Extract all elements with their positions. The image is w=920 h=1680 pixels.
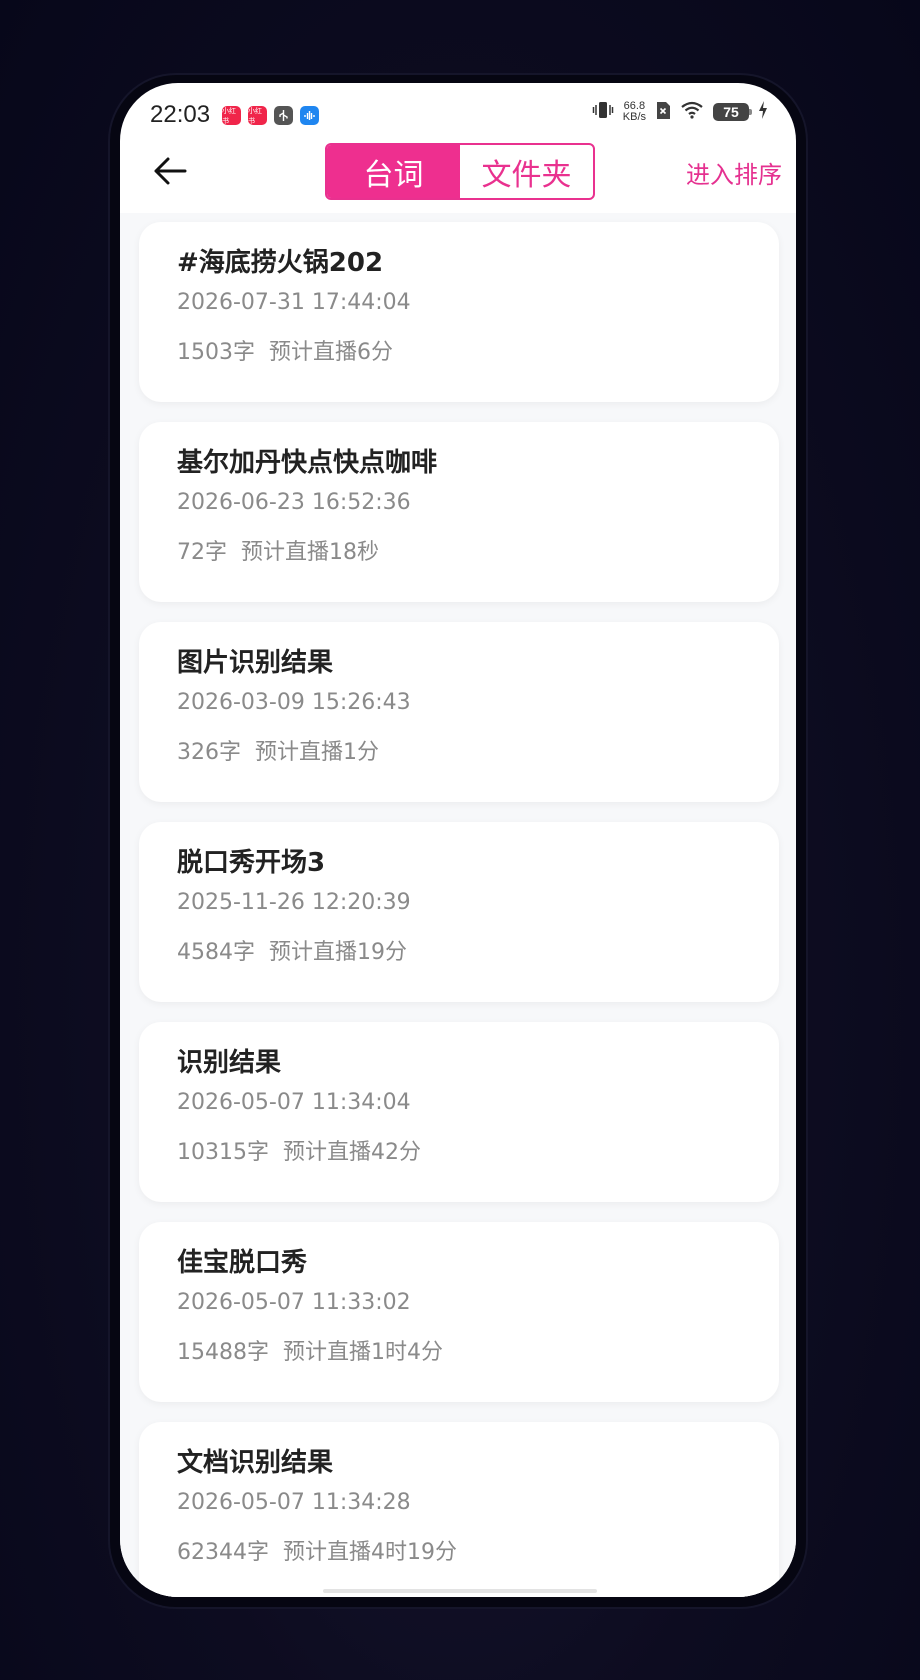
word-count: 1503字: [177, 340, 255, 365]
list-item[interactable]: 识别结果 2026-05-07 11:34:04 10315字 预计直播42分: [139, 1022, 779, 1202]
estimated-duration: 预计直播42分: [283, 1140, 421, 1165]
script-title: 识别结果: [177, 1048, 282, 1078]
vibrate-icon: [592, 100, 614, 124]
script-meta: 72字 预计直播18秒: [177, 534, 379, 566]
script-title: 佳宝脱口秀: [177, 1248, 308, 1278]
word-count: 72字: [177, 540, 227, 565]
script-date: 2025-11-26 12:20:39: [177, 890, 411, 915]
list-item[interactable]: 基尔加丹快点快点咖啡 2026-06-23 16:52:36 72字 预计直播1…: [139, 422, 779, 602]
script-date: 2026-05-07 11:34:04: [177, 1090, 411, 1115]
phone-frame: 22:03 小红书 小红书 66.8 KB/s 75 台词 文件夹 进入排序 #…: [110, 75, 806, 1607]
sort-button[interactable]: 进入排序: [686, 155, 782, 190]
script-title: 基尔加丹快点快点咖啡: [177, 448, 438, 478]
xiaohongshu-icon: 小红书: [248, 106, 267, 125]
estimated-duration: 预计直播19分: [269, 940, 407, 965]
script-meta: 62344字 预计直播4时19分: [177, 1534, 457, 1566]
script-title: 图片识别结果: [177, 648, 334, 678]
estimated-duration: 预计直播6分: [269, 340, 393, 365]
estimated-duration: 预计直播1分: [255, 740, 379, 765]
script-meta: 15488字 预计直播1时4分: [177, 1334, 443, 1366]
estimated-duration: 预计直播4时19分: [283, 1540, 457, 1565]
estimated-duration: 预计直播1时4分: [283, 1340, 443, 1365]
script-date: 2026-05-07 11:34:28: [177, 1490, 411, 1515]
list-item[interactable]: 脱口秀开场3 2025-11-26 12:20:39 4584字 预计直播19分: [139, 822, 779, 1002]
charging-icon: [758, 101, 768, 123]
script-meta: 326字 预计直播1分: [177, 734, 379, 766]
script-title: #海底捞火锅202: [177, 248, 384, 278]
word-count: 10315字: [177, 1140, 269, 1165]
status-bar: 22:03 小红书 小红书 66.8 KB/s 75: [120, 83, 796, 143]
back-button[interactable]: [150, 151, 190, 191]
voice-app-icon: [300, 106, 319, 125]
usb-icon: [274, 106, 293, 125]
word-count: 326字: [177, 740, 241, 765]
status-right: 66.8 KB/s 75: [592, 100, 768, 124]
battery-level: 75: [723, 104, 739, 120]
home-indicator[interactable]: [323, 1589, 597, 1593]
xiaohongshu-icon: 小红书: [222, 106, 241, 125]
script-date: 2026-05-07 11:33:02: [177, 1290, 411, 1315]
script-date: 2026-06-23 16:52:36: [177, 490, 411, 515]
arrow-left-icon: [154, 157, 187, 185]
status-time: 22:03: [150, 101, 211, 128]
script-meta: 10315字 预计直播42分: [177, 1134, 421, 1166]
tab-folders[interactable]: 文件夹: [460, 145, 593, 198]
sim-off-icon: [655, 101, 671, 124]
wifi-icon: [680, 101, 704, 123]
battery-icon: 75: [713, 103, 752, 121]
word-count: 15488字: [177, 1340, 269, 1365]
list-item[interactable]: 图片识别结果 2026-03-09 15:26:43 326字 预计直播1分: [139, 622, 779, 802]
script-date: 2026-07-31 17:44:04: [177, 290, 411, 315]
app-screen: 22:03 小红书 小红书 66.8 KB/s 75 台词 文件夹 进入排序 #…: [120, 83, 796, 1597]
script-meta: 1503字 预计直播6分: [177, 334, 393, 366]
script-date: 2026-03-09 15:26:43: [177, 690, 411, 715]
net-speed-unit: KB/s: [622, 111, 646, 123]
script-title: 文档识别结果: [177, 1448, 334, 1478]
script-meta: 4584字 预计直播19分: [177, 934, 407, 966]
tab-switcher: 台词 文件夹: [325, 143, 595, 200]
script-list: #海底捞火锅202 2026-07-31 17:44:04 1503字 预计直播…: [120, 213, 796, 1597]
list-item[interactable]: 佳宝脱口秀 2026-05-07 11:33:02 15488字 预计直播1时4…: [139, 1222, 779, 1402]
list-item[interactable]: #海底捞火锅202 2026-07-31 17:44:04 1503字 预计直播…: [139, 222, 779, 402]
network-speed: 66.8 KB/s: [623, 101, 646, 123]
notification-icons: 小红书 小红书: [222, 106, 319, 125]
word-count: 4584字: [177, 940, 255, 965]
tab-scripts[interactable]: 台词: [327, 145, 460, 198]
script-title: 脱口秀开场3: [177, 848, 326, 878]
estimated-duration: 预计直播18秒: [241, 540, 379, 565]
list-item[interactable]: 文档识别结果 2026-05-07 11:34:28 62344字 预计直播4时…: [139, 1422, 779, 1597]
word-count: 62344字: [177, 1540, 269, 1565]
